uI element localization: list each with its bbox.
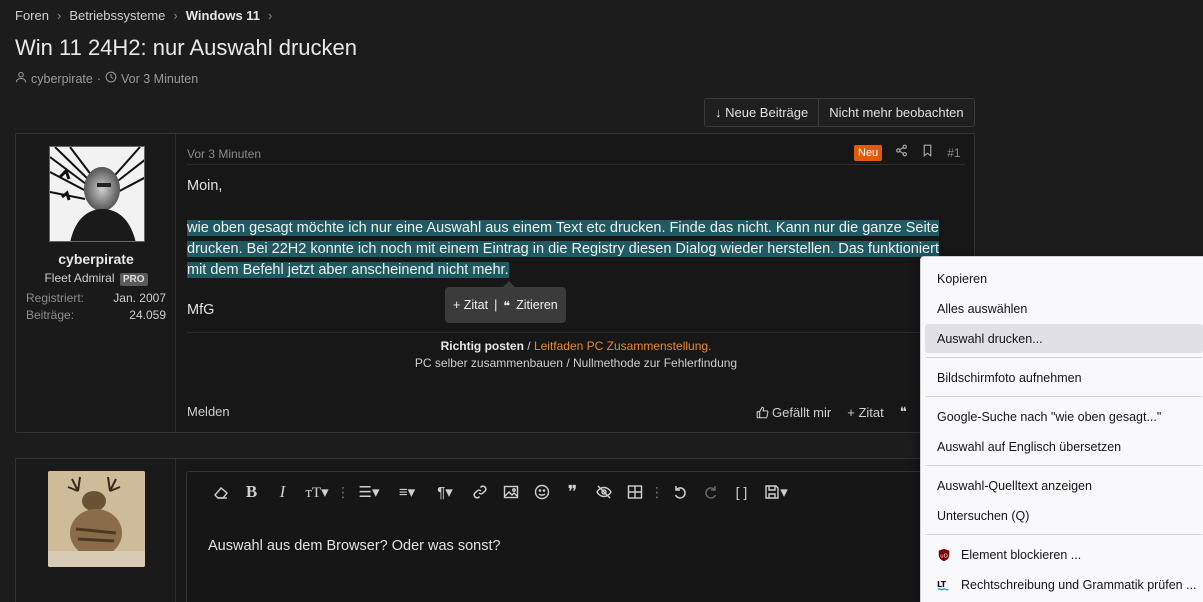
breadcrumb: Foren › Betriebssysteme › Windows 11 ›	[15, 8, 280, 23]
user-icon	[15, 71, 27, 86]
languagetool-icon: LT	[937, 578, 951, 592]
bookmark-icon[interactable]	[921, 144, 934, 162]
avatar[interactable]	[48, 471, 145, 567]
chevron-right-icon: ›	[56, 8, 62, 23]
quote-icon[interactable]: ❝	[900, 404, 907, 420]
new-badge: Neu	[854, 145, 883, 161]
avatar[interactable]	[49, 146, 145, 242]
thread-author[interactable]: cyberpirate	[31, 72, 93, 86]
quote-button[interactable]: + Zitat	[847, 405, 884, 420]
cite-selection-button[interactable]: Zitieren	[516, 298, 558, 312]
redo-icon[interactable]	[695, 478, 726, 506]
menu-item-translate[interactable]: Auswahl auf Englisch übersetzen	[921, 432, 1203, 461]
user-stat-posts: Beiträge: 24.059	[26, 308, 166, 322]
align-icon[interactable]: ≡▾	[388, 478, 426, 506]
bbcode-toggle-icon[interactable]: [ ]	[726, 478, 757, 506]
signature-link-leitfaden[interactable]: Leitfaden PC Zusammenstellung.	[534, 339, 711, 353]
menu-separator	[926, 465, 1202, 466]
divider	[187, 164, 965, 165]
signature: Richtig posten / Leitfaden PC Zusammenst…	[414, 339, 738, 370]
post-time[interactable]: Vor 3 Minuten	[187, 147, 261, 161]
thread-meta: cyberpirate · Vor 3 Minuten	[15, 71, 198, 86]
new-posts-button[interactable]: ↓ Neue Beiträge	[705, 99, 818, 126]
svg-text:LT: LT	[937, 579, 947, 588]
editor-toolbar: B I тT▾ ⋮ ☰▾ ≡▾ ¶▾ ❞ ⋮ [ ] ▾	[187, 472, 977, 512]
like-button[interactable]: Gefällt mir	[756, 405, 831, 420]
chevron-right-icon: ›	[173, 8, 178, 23]
signature-link-zusammenbauen[interactable]: PC selber zusammenbauen	[415, 356, 563, 370]
post-line-2: drucken. Bei 22H2 konnte ich noch mit ei…	[187, 241, 939, 257]
more-vertical-icon[interactable]: ⋮	[336, 484, 350, 501]
menu-item-inspect[interactable]: Untersuchen (Q)	[921, 501, 1203, 530]
menu-item-select-all[interactable]: Alles auswählen	[921, 294, 1203, 323]
breadcrumb-foren[interactable]: Foren	[15, 8, 49, 23]
unwatch-button[interactable]: Nicht mehr beobachten	[818, 99, 973, 126]
undo-icon[interactable]	[664, 478, 695, 506]
thumbs-up-icon	[756, 406, 769, 419]
pro-badge: PRO	[119, 273, 148, 286]
bold-icon[interactable]: B	[236, 478, 267, 506]
post-body: Moin, wie oben gesagt möchte ich nur ein…	[187, 176, 967, 281]
post-actions-top: Neu #1	[854, 144, 961, 162]
ublock-icon: uO	[937, 548, 951, 562]
more-vertical-icon[interactable]: ⋮	[650, 484, 664, 501]
context-menu: Kopieren Alles auswählen Auswahl drucken…	[920, 256, 1203, 602]
image-icon[interactable]	[495, 478, 526, 506]
menu-item-copy[interactable]: Kopieren	[921, 264, 1203, 293]
reply-box: B I тT▾ ⋮ ☰▾ ≡▾ ¶▾ ❞ ⋮ [ ] ▾ Auswahl aus…	[15, 458, 976, 602]
post: cyberpirate Fleet Admiral PRO Registrier…	[15, 133, 975, 433]
menu-item-google-search[interactable]: Google-Suche nach "wie oben gesagt..."	[921, 402, 1203, 431]
paragraph-icon[interactable]: ¶▾	[426, 478, 464, 506]
reply-editor: B I тT▾ ⋮ ☰▾ ≡▾ ¶▾ ❞ ⋮ [ ] ▾ Auswahl aus…	[186, 471, 976, 602]
menu-separator	[926, 357, 1202, 358]
signature-link-nullmethode[interactable]: Nullmethode zur Fehlerfindung	[573, 356, 737, 370]
post-username[interactable]: cyberpirate	[16, 251, 176, 267]
thread-time[interactable]: Vor 3 Minuten	[121, 72, 198, 86]
post-number[interactable]: #1	[947, 146, 960, 160]
link-icon[interactable]	[464, 478, 495, 506]
spoiler-icon[interactable]	[588, 478, 619, 506]
post-line-3: mit dem Befehl jetzt aber anscheinend ni…	[187, 262, 509, 278]
text-size-icon[interactable]: тT▾	[298, 478, 336, 506]
quote-selection-button[interactable]: + Zitat	[453, 298, 488, 312]
menu-item-print-selection[interactable]: Auswahl drucken...	[925, 324, 1203, 353]
table-icon[interactable]	[619, 478, 650, 506]
post-user-column	[16, 459, 176, 602]
report-link[interactable]: Melden	[187, 404, 230, 419]
breadcrumb-windows-11[interactable]: Windows 11	[186, 8, 260, 23]
italic-icon[interactable]: I	[267, 478, 298, 506]
menu-item-spellcheck[interactable]: LT Rechtschreibung und Grammatik prüfen …	[921, 570, 1203, 599]
post-greeting: Moin,	[187, 178, 223, 194]
post-user-column: cyberpirate Fleet Admiral PRO Registrier…	[16, 134, 176, 432]
post-closing: MfG	[187, 302, 215, 318]
share-icon[interactable]	[895, 144, 908, 162]
breadcrumb-betriebssysteme[interactable]: Betriebssysteme	[69, 8, 165, 23]
chevron-right-icon: ›	[268, 8, 273, 23]
page-title: Win 11 24H2: nur Auswahl drucken	[15, 35, 357, 60]
smiley-icon[interactable]	[526, 478, 557, 506]
user-stat-registered: Registriert: Jan. 2007	[26, 291, 166, 305]
list-icon[interactable]: ☰▾	[350, 478, 388, 506]
signature-divider	[187, 332, 965, 333]
thread-actions: ↓ Neue Beiträge Nicht mehr beobachten	[704, 98, 975, 127]
quote-icon[interactable]: ❞	[557, 478, 588, 506]
quote-popup: + Zitat | ❝ Zitieren	[445, 281, 566, 323]
menu-item-block-element[interactable]: uO Element blockieren ...	[921, 540, 1203, 569]
editor-content[interactable]: Auswahl aus dem Browser? Oder was sonst?	[208, 538, 501, 554]
menu-separator	[926, 534, 1202, 535]
clock-icon	[105, 71, 117, 86]
menu-separator	[926, 396, 1202, 397]
post-line-1: wie oben gesagt möchte ich nur eine Ausw…	[187, 220, 939, 236]
menu-item-view-source[interactable]: Auswahl-Quelltext anzeigen	[921, 471, 1203, 500]
menu-item-screenshot[interactable]: Bildschirmfoto aufnehmen	[921, 363, 1203, 392]
save-draft-icon[interactable]: ▾	[757, 478, 795, 506]
post-footer-actions: Gefällt mir + Zitat ❝	[756, 404, 907, 420]
quote-icon: ❝	[503, 298, 511, 313]
svg-text:uO: uO	[940, 553, 947, 559]
signature-link-richtig-posten[interactable]: Richtig posten	[441, 339, 524, 353]
user-title: Fleet Admiral PRO	[16, 271, 176, 286]
eraser-icon[interactable]	[205, 478, 236, 506]
